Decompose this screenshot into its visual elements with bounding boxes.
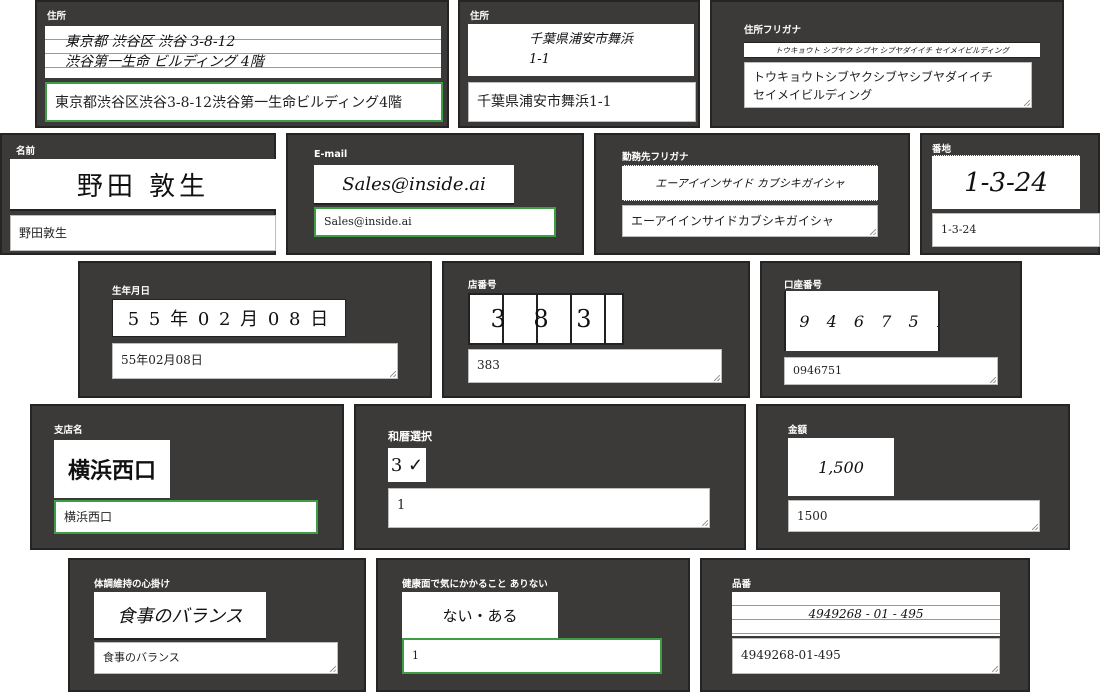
birthdate-handwriting: 5 5 年 0 2 月 0 8 日 bbox=[127, 309, 331, 330]
account-number-handwriting: 0 9 4 6 7 5 1 bbox=[786, 311, 938, 331]
era-selection-handwriting: 3 ✓ bbox=[390, 454, 424, 476]
health-habit-card: 体調維持の心掛け 食事のバランス 食事のバランス bbox=[68, 558, 366, 692]
address-kana-card-title: 住所フリガナ bbox=[744, 25, 802, 36]
company-kana-handwriting-image: エーアイインサイド カブシキガイシャ bbox=[622, 165, 878, 201]
amount-card-title: 金額 bbox=[788, 425, 808, 436]
resize-grip-icon[interactable] bbox=[992, 666, 998, 672]
product-number-card: 品番 4949268 - 01 - 495 4949268-01-495 bbox=[700, 558, 1030, 692]
resize-grip-icon[interactable] bbox=[390, 371, 396, 377]
amount-card: 金額 1,500 1500 bbox=[756, 404, 1070, 550]
lot-number-handwriting: 1-3-24 bbox=[964, 167, 1048, 198]
resize-grip-icon[interactable] bbox=[990, 377, 996, 383]
resize-grip-icon[interactable] bbox=[870, 229, 876, 235]
name-input[interactable]: 野田敦生 bbox=[10, 215, 276, 251]
name-card: 名前 野田 敦生 野田敦生 bbox=[0, 133, 276, 255]
address-kana-input[interactable]: トウキョウトシブヤクシブヤシブヤダイイチ セイメイビルディング bbox=[744, 62, 1032, 108]
era-selection-handwriting-image: 3 ✓ bbox=[388, 448, 426, 482]
era-selection-card: 和暦選択 3 ✓ 1 bbox=[354, 404, 746, 550]
amount-handwriting: 1,500 bbox=[818, 457, 864, 477]
address-kana-handwriting: トウキョウト シブヤク シブヤ シブヤダイイチ セイメイビルディング bbox=[774, 45, 1009, 55]
health-concern-card: 健康面で気にかかること ありない ない・ある 1 bbox=[376, 558, 690, 692]
product-number-handwriting: 4949268 - 01 - 495 bbox=[808, 607, 924, 621]
lot-number-card: 番地 1-3-24 1-3-24 bbox=[920, 133, 1100, 255]
name-handwriting: 野田 敦生 bbox=[76, 171, 210, 202]
branch-name-input[interactable]: 横浜西口 bbox=[54, 500, 318, 534]
product-number-card-title: 品番 bbox=[732, 579, 752, 590]
address-2-handwriting: 千葉県浦安市舞浜 1-1 bbox=[528, 32, 633, 67]
amount-handwriting-image: 1,500 bbox=[788, 438, 894, 496]
account-number-input[interactable]: 0946751 bbox=[784, 357, 998, 385]
health-habit-input[interactable]: 食事のバランス bbox=[94, 642, 338, 674]
branch-name-card-title: 支店名 bbox=[54, 425, 83, 436]
address-handwriting: 東京都 渋谷区 渋谷 3-8-12 渋谷第一生命 ビルディング 4階 bbox=[65, 34, 264, 70]
product-number-input[interactable]: 4949268-01-495 bbox=[732, 638, 1000, 674]
email-card-title: E-mail bbox=[314, 149, 348, 160]
address-card-title: 住所 bbox=[47, 11, 67, 22]
birthdate-handwriting-image: 5 5 年 0 2 月 0 8 日 bbox=[112, 299, 346, 337]
store-number-input[interactable]: 383 bbox=[468, 349, 722, 383]
birthdate-input[interactable]: 55年02月08日 bbox=[112, 343, 398, 379]
address-card: 住所 東京都 渋谷区 渋谷 3-8-12 渋谷第一生命 ビルディング 4階 東京… bbox=[35, 0, 449, 128]
name-card-title: 名前 bbox=[16, 146, 36, 157]
email-handwriting-image: Sales@inside.ai bbox=[314, 165, 514, 205]
birthdate-card: 生年月日 5 5 年 0 2 月 0 8 日 55年02月08日 bbox=[78, 261, 432, 398]
resize-grip-icon[interactable] bbox=[714, 375, 720, 381]
company-kana-card: 勤務先フリガナ エーアイインサイド カブシキガイシャ エーアイインサイドカブシキ… bbox=[594, 133, 910, 255]
branch-name-handwriting: 横浜西口 bbox=[67, 458, 156, 484]
email-handwriting: Sales@inside.ai bbox=[342, 173, 486, 195]
health-habit-handwriting: 食事のバランス bbox=[117, 606, 243, 627]
health-concern-card-title: 健康面で気にかかること ありない bbox=[402, 579, 548, 590]
product-number-handwriting-image: 4949268 - 01 - 495 bbox=[732, 592, 1000, 636]
email-input[interactable]: Sales@inside.ai bbox=[314, 207, 556, 237]
store-number-card-title: 店番号 bbox=[468, 280, 497, 291]
company-kana-card-title: 勤務先フリガナ bbox=[622, 152, 689, 163]
name-handwriting-image: 野田 敦生 bbox=[10, 159, 276, 211]
resize-grip-icon[interactable] bbox=[330, 666, 336, 672]
address-2-card: 住所 千葉県浦安市舞浜 1-1 千葉県浦安市舞浜1-1 bbox=[458, 0, 700, 128]
health-concern-handwriting: ない・ある bbox=[442, 606, 518, 625]
health-habit-handwriting-image: 食事のバランス bbox=[94, 592, 266, 640]
health-concern-handwriting-image: ない・ある bbox=[402, 592, 558, 638]
resize-grip-icon[interactable] bbox=[1024, 100, 1030, 106]
address-kana-card: 住所フリガナ トウキョウト シブヤク シブヤ シブヤダイイチ セイメイビルディン… bbox=[710, 0, 1064, 128]
resize-grip-icon[interactable] bbox=[1032, 524, 1038, 530]
account-number-handwriting-image: 0 9 4 6 7 5 1 bbox=[784, 291, 940, 351]
health-concern-input[interactable]: 1 bbox=[402, 638, 662, 674]
era-selection-input[interactable]: 1 bbox=[388, 488, 710, 528]
birthdate-card-title: 生年月日 bbox=[112, 286, 151, 297]
email-card: E-mail Sales@inside.ai Sales@inside.ai bbox=[286, 133, 584, 255]
address-handwriting-image: 東京都 渋谷区 渋谷 3-8-12 渋谷第一生命 ビルディング 4階 bbox=[45, 26, 441, 78]
resize-grip-icon[interactable] bbox=[702, 520, 708, 526]
address-kana-handwriting-image: トウキョウト シブヤク シブヤ シブヤダイイチ セイメイビルディング bbox=[744, 42, 1040, 58]
store-number-handwriting-image: 3 8 3 bbox=[468, 293, 624, 345]
address-2-input[interactable]: 千葉県浦安市舞浜1-1 bbox=[468, 82, 696, 122]
branch-name-card: 支店名 横浜西口 横浜西口 bbox=[30, 404, 344, 550]
address-input[interactable]: 東京都渋谷区渋谷3-8-12渋谷第一生命ビルディング4階 bbox=[45, 82, 443, 122]
health-habit-card-title: 体調維持の心掛け bbox=[94, 579, 171, 590]
address-2-card-title: 住所 bbox=[470, 11, 490, 22]
era-selection-card-title: 和暦選択 bbox=[388, 430, 432, 443]
store-number-card: 店番号 3 8 3 383 bbox=[442, 261, 750, 398]
branch-name-handwriting-image: 横浜西口 bbox=[54, 440, 170, 498]
company-kana-handwriting: エーアイインサイド カブシキガイシャ bbox=[655, 177, 845, 190]
store-number-handwriting: 3 8 3 bbox=[490, 305, 602, 333]
amount-input[interactable]: 1500 bbox=[788, 500, 1040, 532]
address-2-handwriting-image: 千葉県浦安市舞浜 1-1 bbox=[468, 24, 694, 76]
company-kana-input[interactable]: エーアイインサイドカブシキガイシャ bbox=[622, 205, 878, 237]
lot-number-card-title: 番地 bbox=[932, 144, 952, 155]
lot-number-handwriting-image: 1-3-24 bbox=[932, 155, 1080, 209]
account-number-card: 口座番号 0 9 4 6 7 5 1 0946751 bbox=[760, 261, 1022, 398]
account-number-card-title: 口座番号 bbox=[784, 280, 823, 291]
lot-number-input[interactable]: 1-3-24 bbox=[932, 213, 1100, 247]
